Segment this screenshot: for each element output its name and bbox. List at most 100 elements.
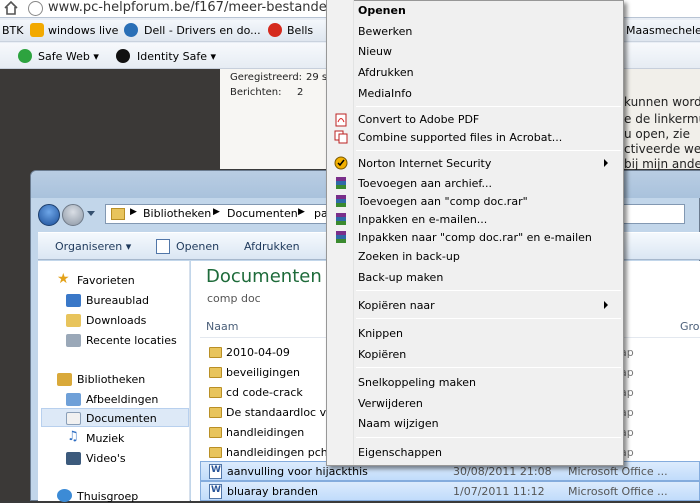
menu-item-add-rar[interactable]: Toevoegen aan "comp doc.rar" bbox=[358, 195, 528, 208]
menu-item-search-backup[interactable]: Zoeken in back-up bbox=[358, 250, 460, 263]
menu-item-pack-email[interactable]: Inpakken en e-mailen... bbox=[358, 213, 487, 226]
nav-music[interactable]: Muziek bbox=[86, 432, 124, 445]
file-name: beveiligingen bbox=[226, 366, 300, 379]
page-text-line: bij mijn ande bbox=[624, 157, 700, 171]
menu-item-add-archive[interactable]: Toevoegen aan archief... bbox=[358, 177, 492, 190]
file-name: handleidingen bbox=[226, 426, 305, 439]
menu-item-mediainfo[interactable]: MediaInfo bbox=[358, 87, 412, 100]
nav-documents[interactable]: Documenten bbox=[86, 412, 157, 425]
documents-icon bbox=[66, 412, 81, 425]
menu-item-open[interactable]: Openen bbox=[358, 4, 406, 17]
bookmark-btk[interactable]: BTK bbox=[2, 24, 23, 37]
menu-item-make-backup[interactable]: Back-up maken bbox=[358, 271, 443, 284]
norton-icon bbox=[334, 156, 348, 170]
file-name: handleidingen pch bbox=[226, 446, 328, 459]
organize-button[interactable]: Organiseren ▾ bbox=[55, 240, 131, 253]
file-name: bluaray branden bbox=[227, 485, 318, 498]
menu-item-delete[interactable]: Verwijderen bbox=[358, 397, 423, 410]
word-document-icon bbox=[209, 464, 222, 479]
menu-separator bbox=[356, 367, 621, 368]
registered-value: 29 s bbox=[306, 72, 328, 83]
recent-pages-icon[interactable] bbox=[87, 211, 95, 216]
nav-downloads[interactable]: Downloads bbox=[86, 314, 146, 327]
file-row-selected[interactable]: bluaray branden 1/07/2011 11:12 Microsoft … bbox=[200, 481, 700, 501]
safe-web-icon bbox=[18, 49, 32, 63]
nav-recent[interactable]: Recente locaties bbox=[86, 334, 177, 347]
homegroup-icon bbox=[57, 489, 72, 502]
breadcrumb-separator: ▶ bbox=[213, 207, 220, 217]
breadcrumb-documents[interactable]: Documenten bbox=[227, 207, 298, 220]
videos-icon bbox=[66, 452, 81, 465]
menu-separator bbox=[356, 437, 621, 438]
url-text[interactable]: www.pc-helpforum.be/f167/meer-bestanden bbox=[48, 0, 335, 15]
menu-separator bbox=[356, 318, 621, 319]
submenu-arrow-icon bbox=[604, 301, 608, 309]
page-text-line: u open, zie bbox=[624, 127, 691, 141]
menu-item-edit[interactable]: Bewerken bbox=[358, 25, 412, 38]
menu-item-create-shortcut[interactable]: Snelkoppeling maken bbox=[358, 376, 476, 389]
library-subtitle: comp doc bbox=[207, 292, 261, 305]
file-type: Microsoft Office ... bbox=[568, 485, 668, 498]
posts-value: 2 bbox=[297, 87, 304, 98]
submenu-arrow-icon bbox=[604, 159, 608, 167]
file-date: 30/08/2011 21:08 bbox=[453, 465, 552, 478]
desktop-icon bbox=[66, 294, 81, 307]
star-icon: ★ bbox=[57, 271, 70, 287]
winrar-icon bbox=[336, 177, 346, 189]
windows-live-icon bbox=[30, 23, 44, 37]
menu-item-cut[interactable]: Knippen bbox=[358, 327, 403, 340]
folder-icon bbox=[209, 347, 222, 358]
posts-label: Berichten: bbox=[230, 87, 282, 98]
music-icon: ♫ bbox=[67, 429, 79, 444]
menu-separator bbox=[356, 106, 621, 107]
nav-libraries[interactable]: Bibliotheken bbox=[77, 373, 145, 386]
menu-item-print[interactable]: Afdrukken bbox=[358, 66, 414, 79]
nav-desktop[interactable]: Bureaublad bbox=[86, 294, 149, 307]
menu-item-rename[interactable]: Naam wijzigen bbox=[358, 417, 439, 430]
winrar-icon bbox=[336, 231, 346, 243]
open-button[interactable]: Openen bbox=[176, 240, 219, 253]
column-group[interactable]: Groe bbox=[680, 320, 700, 333]
bells-icon bbox=[268, 23, 282, 37]
forward-button[interactable] bbox=[62, 204, 84, 226]
print-button[interactable]: Afdrukken bbox=[244, 240, 300, 253]
nav-homegroup[interactable]: Thuisgroep bbox=[77, 490, 138, 503]
menu-item-combine-acrobat[interactable]: Combine supported files in Acrobat... bbox=[358, 131, 562, 144]
word-document-icon bbox=[209, 484, 222, 499]
menu-item-copy[interactable]: Kopiëren bbox=[358, 348, 406, 361]
page-text-line: kunnen word bbox=[624, 95, 700, 109]
file-type: Microsoft Office ... bbox=[568, 465, 668, 478]
identity-safe-icon bbox=[116, 49, 130, 63]
bookmark-windows-live[interactable]: windows live bbox=[48, 24, 118, 37]
nav-videos[interactable]: Video's bbox=[86, 452, 126, 465]
menu-item-copy-to[interactable]: Kopiëren naar bbox=[358, 299, 435, 312]
menu-item-new[interactable]: Nieuw bbox=[358, 45, 392, 58]
registered-label: Geregistreerd: bbox=[230, 72, 303, 83]
back-button[interactable] bbox=[38, 204, 60, 226]
breadcrumb-libraries[interactable]: Bibliotheken bbox=[143, 207, 211, 220]
nav-buttons bbox=[38, 202, 98, 226]
menu-separator bbox=[356, 290, 621, 291]
user-profile-box: Geregistreerd: 29 s Berichten: 2 bbox=[220, 69, 335, 169]
column-name[interactable]: Naam bbox=[206, 320, 238, 333]
menu-item-properties[interactable]: Eigenschappen bbox=[358, 446, 442, 459]
globe-icon bbox=[28, 1, 43, 16]
nav-favorites[interactable]: Favorieten bbox=[77, 274, 135, 287]
menu-item-convert-pdf[interactable]: Convert to Adobe PDF bbox=[358, 113, 479, 126]
folder-icon bbox=[209, 387, 222, 398]
dell-icon bbox=[124, 23, 138, 37]
nav-pictures[interactable]: Afbeeldingen bbox=[86, 393, 158, 406]
home-icon[interactable] bbox=[4, 1, 18, 15]
safe-web-button[interactable]: Safe Web ▾ bbox=[38, 50, 99, 63]
navigation-pane: ★ Favorieten Bureaublad Downloads Recent… bbox=[38, 261, 190, 503]
folder-icon bbox=[209, 407, 222, 418]
pdf-icon bbox=[335, 113, 347, 127]
identity-safe-button[interactable]: Identity Safe ▾ bbox=[137, 50, 216, 63]
menu-item-norton[interactable]: Norton Internet Security bbox=[358, 157, 491, 170]
menu-item-pack-rar-email[interactable]: Inpakken naar "comp doc.rar" en e-mailen bbox=[358, 231, 592, 244]
bookmark-bells[interactable]: Bells bbox=[287, 24, 313, 37]
bookmark-dell[interactable]: Dell - Drivers en do... bbox=[144, 24, 261, 37]
recent-places-icon bbox=[66, 334, 81, 347]
page-text-line: ctiveerde we bbox=[624, 142, 700, 156]
bookmark-maasmechelen[interactable]: Maasmechelen bbox=[626, 24, 700, 37]
